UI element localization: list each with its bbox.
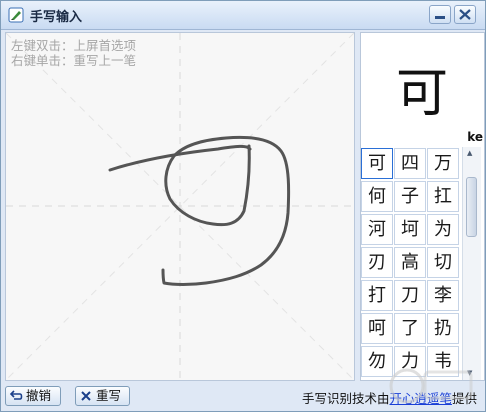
candidate-cell[interactable]: 李 (427, 280, 459, 311)
window-title: 手写输入 (30, 10, 83, 25)
handwriting-window: 手写输入 左键双击：上屏首选项 右键单击：重写上一笔 可 ke 可 四 万 何 … (0, 0, 486, 412)
scroll-up-icon[interactable]: ▲ (467, 149, 472, 157)
clear-icon (81, 391, 91, 401)
handwriting-strokes (108, 135, 291, 286)
title-bar[interactable]: 手写输入 (1, 1, 485, 30)
preview-box: 可 ke (363, 33, 483, 145)
undo-label: 撤销 (26, 388, 52, 403)
candidate-scrollbar[interactable]: ▲ ▼ (462, 147, 481, 380)
candidate-cell[interactable]: 扛 (427, 181, 459, 212)
candidate-cell[interactable]: 力 (394, 346, 426, 377)
candidate-cell[interactable]: 河 (361, 214, 393, 245)
candidate-cell[interactable]: 打 (361, 280, 393, 311)
preview-pinyin: ke (467, 130, 483, 144)
scroll-thumb[interactable] (466, 177, 477, 237)
candidate-cell[interactable]: 了 (394, 313, 426, 344)
credit-text: 手写识别技术由开心逍遥笔提供 (302, 388, 477, 407)
rewrite-button[interactable]: 重写 (75, 386, 130, 406)
pen-icon (8, 7, 24, 23)
writing-pad[interactable]: 左键双击：上屏首选项 右键单击：重写上一笔 (5, 32, 355, 381)
preview-character: 可 (395, 64, 448, 124)
candidate-cell[interactable]: 可 (361, 148, 393, 179)
minimize-button[interactable] (429, 5, 451, 24)
candidate-cell[interactable]: 万 (427, 148, 459, 179)
stroke-2 (161, 135, 291, 286)
candidate-cell[interactable]: 刃 (361, 247, 393, 278)
credit-link[interactable]: 开心逍遥笔 (389, 391, 452, 406)
candidate-cell[interactable]: 子 (394, 181, 426, 212)
credit-prefix: 手写识别技术由 (301, 391, 390, 406)
candidate-panel: 可 ke 可四万何子扛河坷为刃高切打刀李呵了扔勿力韦 ▲ ▼ (360, 32, 485, 381)
candidate-cell[interactable]: 刀 (394, 280, 426, 311)
candidate-cell[interactable]: 扔 (427, 313, 459, 344)
candidate-cell[interactable]: 为 (427, 214, 459, 245)
close-button[interactable] (454, 5, 476, 24)
close-icon (459, 9, 471, 20)
bottom-bar: 撤销 重写 手写识别技术由开心逍遥笔提供 (1, 383, 485, 411)
candidate-cell[interactable]: 四 (394, 148, 426, 179)
rewrite-label: 重写 (96, 388, 122, 403)
scroll-down-icon[interactable]: ▼ (467, 369, 472, 377)
candidate-cell[interactable]: 呵 (361, 313, 393, 344)
candidate-cell[interactable]: 切 (427, 247, 459, 278)
candidate-cell[interactable]: 何 (361, 181, 393, 212)
candidate-cell[interactable]: 坷 (394, 214, 426, 245)
undo-icon (9, 390, 23, 400)
credit-suffix: 提供 (451, 391, 477, 406)
minimize-icon (435, 16, 445, 19)
candidate-cell[interactable]: 韦 (427, 346, 459, 377)
undo-button[interactable]: 撤销 (5, 386, 61, 406)
candidate-cell[interactable]: 高 (394, 247, 426, 278)
candidate-cell[interactable]: 勿 (361, 346, 393, 377)
